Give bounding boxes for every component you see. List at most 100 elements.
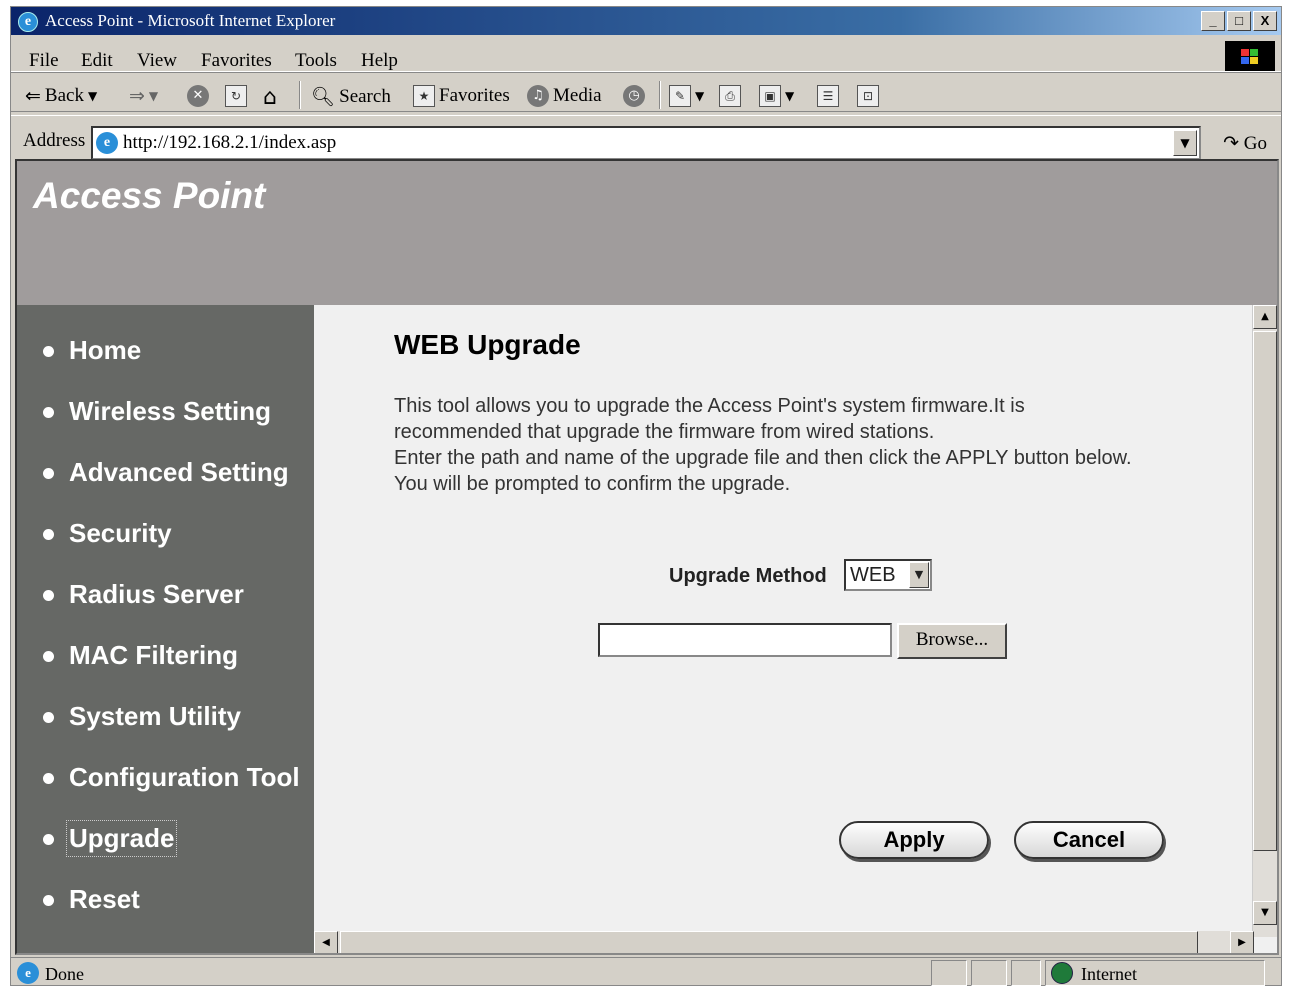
description-line: You will be prompted to confirm the upgr… — [394, 473, 791, 495]
caption-buttons: _ □ X — [1201, 11, 1277, 31]
edit-icon: ✎ — [669, 85, 691, 107]
sidebar-item-advanced-setting[interactable]: Advanced Setting — [17, 455, 314, 495]
history-icon: ◷ — [623, 85, 645, 107]
sidebar-item-system-utility[interactable]: System Utility — [17, 699, 314, 739]
description-line: recommended that upgrade the firmware fr… — [394, 421, 935, 443]
address-url: http://192.168.2.1/index.asp — [123, 132, 337, 153]
sidebar: Home Wireless Setting Advanced Setting S… — [17, 305, 314, 953]
zone-text: Internet — [1081, 964, 1137, 984]
sidebar-item-reset[interactable]: Reset — [17, 882, 314, 922]
menu-view[interactable]: View — [137, 50, 177, 72]
favorites-button[interactable]: ★ Favorites — [413, 85, 510, 107]
media-icon: ♫ — [527, 85, 549, 107]
description-line: This tool allows you to upgrade the Acce… — [394, 395, 1025, 417]
minimize-button[interactable]: _ — [1201, 11, 1225, 31]
scroll-left-icon[interactable]: ◀ — [314, 931, 338, 953]
back-button[interactable]: ⇐ Back ▼ — [25, 85, 97, 107]
vertical-scrollbar[interactable]: ▲ ▼ — [1252, 305, 1277, 937]
cancel-button[interactable]: Cancel — [1014, 821, 1164, 859]
sidebar-item-wireless-setting[interactable]: Wireless Setting — [17, 394, 314, 434]
messenger-button[interactable]: ⊡ — [857, 85, 879, 107]
maximize-button[interactable]: □ — [1227, 11, 1251, 31]
scroll-right-icon[interactable]: ▶ — [1230, 931, 1254, 953]
close-button[interactable]: X — [1253, 11, 1277, 31]
forward-button[interactable]: ⇒ ▼ — [129, 85, 158, 107]
media-label: Media — [553, 85, 602, 106]
sidebar-item-security[interactable]: Security — [17, 516, 314, 556]
menu-tools[interactable]: Tools — [295, 50, 337, 72]
menu-file[interactable]: File — [29, 50, 59, 72]
search-label: Search — [339, 85, 391, 107]
address-dropdown-button[interactable]: ▼ — [1173, 130, 1197, 156]
status-panel — [971, 960, 1007, 986]
search-button[interactable]: 🔍︎ Search — [311, 85, 391, 109]
refresh-icon: ↻ — [225, 85, 247, 107]
discuss-button[interactable]: ▣ ▼ — [759, 85, 794, 107]
scroll-thumb[interactable] — [1253, 331, 1277, 851]
bullet-icon — [43, 834, 54, 845]
history-button[interactable]: ◷ — [623, 85, 645, 107]
home-button[interactable]: ⌂ — [263, 85, 277, 110]
bullet-icon — [43, 529, 54, 540]
page-done-icon: e — [17, 962, 39, 984]
go-arrow-icon: ↷ — [1223, 132, 1240, 154]
address-label: Address — [23, 130, 86, 151]
standard-toolbar: ⇐ Back ▼ ⇒ ▼ ✕ ↻ ⌂ 🔍︎ Search ★ Favorites… — [11, 75, 1281, 112]
chevron-down-icon[interactable]: ▼ — [909, 562, 929, 588]
apply-button[interactable]: Apply — [839, 821, 989, 859]
bullet-icon — [43, 712, 54, 723]
stop-button[interactable]: ✕ — [187, 85, 209, 107]
menu-edit[interactable]: Edit — [81, 50, 113, 72]
sidebar-item-configuration-tool[interactable]: Configuration Tool — [17, 760, 314, 800]
stop-icon: ✕ — [187, 85, 209, 107]
sidebar-item-home[interactable]: Home — [17, 333, 314, 373]
horizontal-scrollbar[interactable]: ◀ ▶ — [314, 931, 1254, 953]
page-title: WEB Upgrade — [394, 329, 581, 360]
address-input[interactable]: e http://192.168.2.1/index.asp ▼ — [91, 126, 1201, 160]
favorites-icon: ★ — [413, 85, 435, 107]
toolbar-divider — [299, 81, 301, 109]
browser-window: e Access Point - Microsoft Internet Expl… — [10, 6, 1282, 986]
upgrade-method-label: Upgrade Method — [669, 565, 827, 587]
menu-favorites[interactable]: Favorites — [201, 50, 272, 72]
print-button[interactable]: ⎙ — [719, 85, 741, 107]
scroll-up-icon[interactable]: ▲ — [1253, 305, 1277, 329]
chevron-down-icon: ▼ — [148, 89, 159, 103]
sidebar-item-mac-filtering[interactable]: MAC Filtering — [17, 638, 314, 678]
go-button[interactable]: ↷ Go — [1223, 132, 1267, 155]
ie-logo-icon: e — [18, 12, 38, 32]
address-bar: Address e http://192.168.2.1/index.asp ▼… — [11, 115, 1281, 160]
search-icon: 🔍︎ — [311, 86, 336, 108]
status-text: Done — [45, 964, 84, 984]
sidebar-item-radius-server[interactable]: Radius Server — [17, 577, 314, 617]
page-icon: ☰ — [817, 85, 839, 107]
favorites-label: Favorites — [439, 85, 510, 106]
menu-help[interactable]: Help — [361, 50, 398, 72]
page-button[interactable]: ☰ — [817, 85, 839, 107]
upgrade-method-select[interactable]: WEB ▼ — [844, 559, 932, 591]
firmware-file-input[interactable] — [598, 623, 892, 657]
zone-panel — [1045, 960, 1265, 986]
back-label: Back — [44, 85, 84, 106]
header-banner: Access Point — [17, 161, 1277, 305]
messenger-icon: ⊡ — [857, 85, 879, 107]
mail-button[interactable]: ✎ ▼ — [669, 85, 704, 107]
internet-globe-icon — [1051, 962, 1073, 984]
status-panel — [931, 960, 967, 986]
scroll-thumb[interactable] — [340, 931, 1198, 953]
windows-logo-icon — [1225, 41, 1275, 71]
main-panel: WEB Upgrade This tool allows you to upgr… — [314, 305, 1254, 925]
scroll-down-icon[interactable]: ▼ — [1253, 901, 1277, 925]
media-button[interactable]: ♫ Media — [527, 85, 602, 107]
refresh-button[interactable]: ↻ — [225, 85, 247, 107]
bullet-icon — [43, 590, 54, 601]
title-bar: e Access Point - Microsoft Internet Expl… — [11, 7, 1281, 35]
browse-button[interactable]: Browse... — [897, 623, 1007, 659]
sidebar-item-upgrade[interactable]: Upgrade — [17, 820, 314, 861]
back-icon: ⇐ — [25, 85, 41, 107]
bullet-icon — [43, 346, 54, 357]
description-line: Enter the path and name of the upgrade f… — [394, 447, 1132, 469]
bullet-icon — [43, 773, 54, 784]
bullet-icon — [43, 895, 54, 906]
page-content: Access Point Home Wireless Setting Advan… — [15, 159, 1279, 955]
